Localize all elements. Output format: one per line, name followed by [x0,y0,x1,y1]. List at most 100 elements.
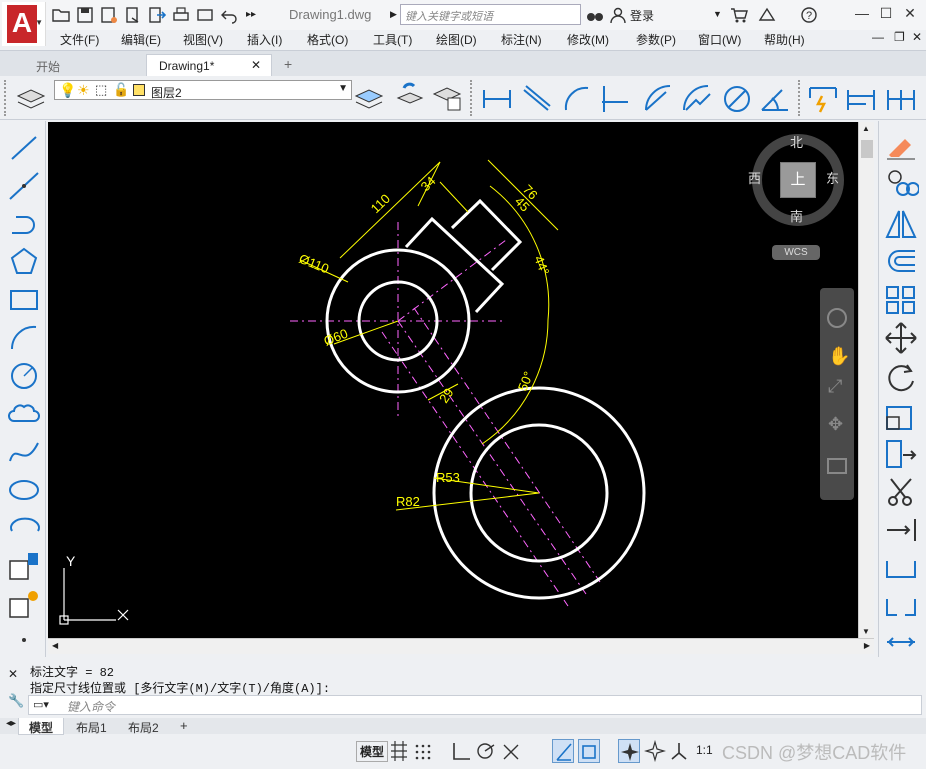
menu-view[interactable]: 视图(V) [183,31,223,48]
point-tool-icon[interactable] [6,623,42,657]
command-prompt-icon[interactable]: ▭▾ [33,698,49,711]
layer-states-icon[interactable] [430,80,464,114]
scale-dropdown[interactable]: 1:1 [696,743,713,757]
offset-icon[interactable] [883,245,919,279]
layer-previous-icon[interactable] [392,80,426,114]
help-icon[interactable]: ? [800,6,820,24]
ordinate-dimension-icon[interactable] [598,82,632,116]
snap-mode-icon[interactable] [412,739,434,763]
command-input[interactable]: ▭▾ 键入命令 [28,695,922,715]
baseline-dimension-icon[interactable] [844,82,878,116]
trim-icon[interactable] [883,475,919,509]
tab-layout1[interactable]: 布局1 [66,718,117,735]
share-icon[interactable] [196,6,216,24]
horizontal-scrollbar[interactable]: ◀ ▶ [48,638,874,654]
extend-icon[interactable] [883,513,919,547]
viewcube-top-face[interactable]: 上 [780,162,816,198]
export-icon[interactable] [148,6,168,24]
undo-icon[interactable] [220,6,240,24]
menu-dimension[interactable]: 标注(N) [501,31,542,48]
move-icon[interactable] [883,321,919,355]
new-layout-button[interactable]: + [172,718,196,735]
toolbar-grip[interactable] [798,80,802,116]
viewcube-north[interactable]: 北 [790,132,803,151]
break-at-point-icon[interactable] [883,551,919,585]
array-icon[interactable] [883,283,919,317]
doc-restore-button[interactable]: ❐ [894,30,905,44]
linear-dimension-icon[interactable] [480,82,514,116]
pan-hand-icon[interactable]: ✋ [828,346,850,367]
menu-modify[interactable]: 修改(M) [567,31,609,48]
annotation-visibility-icon[interactable] [618,739,640,763]
stretch-icon[interactable] [883,437,919,471]
viewcube-east[interactable]: 东 [826,168,839,187]
close-button[interactable]: ✕ [900,5,920,23]
steering-wheel-icon[interactable] [827,308,847,328]
continue-dimension-icon[interactable] [884,82,918,116]
plot-icon[interactable] [124,6,144,24]
polygon-tool-icon[interactable] [6,245,42,279]
join-icon[interactable] [883,625,919,659]
wrench-icon[interactable]: 🔧 [8,693,24,709]
menu-tools[interactable]: 工具(T) [373,31,412,48]
break-icon[interactable] [883,589,919,623]
vertical-scrollbar[interactable]: ▲ ▼ [858,122,874,638]
close-tab-icon[interactable]: ✕ [251,58,261,72]
chevron-down-icon[interactable]: ▼ [713,9,722,19]
save-icon[interactable] [76,6,96,24]
maximize-button[interactable]: ☐ [876,5,896,23]
lightbulb-icon[interactable]: 💡 [59,82,76,99]
annotation-scale-icon[interactable] [668,739,690,763]
toolbar-grip[interactable] [470,80,474,116]
drawing-canvas[interactable]: 110 34 76 45 Ø110 Ø60 44° 50° 29 R53 R82… [48,122,858,638]
menu-file[interactable]: 文件(F) [60,31,99,48]
redo-dropdown-icon[interactable]: ▸▸ [246,9,266,27]
close-command-icon[interactable]: ✕ [8,667,18,681]
open-folder-icon[interactable] [52,6,72,24]
ortho-mode-icon[interactable] [450,739,472,763]
object-snap-icon[interactable] [578,739,600,763]
tab-start[interactable]: 开始 [24,54,72,77]
circle-tool-icon[interactable] [6,359,42,393]
autodesk-app-icon[interactable] [758,6,778,24]
tab-drawing1[interactable]: Drawing1* ✕ [146,54,272,77]
zoom-extents-icon[interactable]: ⤢ [828,376,842,397]
model-space-button[interactable]: 模型 [356,741,389,762]
doc-close-button[interactable]: ✕ [912,30,922,44]
showmotion-icon[interactable] [827,458,847,474]
menu-edit[interactable]: 编辑(E) [121,31,161,48]
arc-length-icon[interactable] [560,82,594,116]
menu-insert[interactable]: 插入(I) [247,31,282,48]
menu-parametric[interactable]: 参数(P) [636,31,676,48]
jogged-dimension-icon[interactable] [680,82,714,116]
tab-layout2[interactable]: 布局2 [118,718,169,735]
login-link[interactable]: 登录 [630,7,654,24]
save-as-icon[interactable] [100,6,120,24]
menu-draw[interactable]: 绘图(D) [436,31,477,48]
scroll-up-icon[interactable]: ▲ [862,124,870,133]
line-tool-icon[interactable] [6,131,42,165]
polar-tracking-icon[interactable] [474,739,496,763]
doc-minimize-button[interactable]: — [872,30,884,44]
rectangle-tool-icon[interactable] [6,283,42,317]
quick-dimension-icon[interactable] [806,82,840,116]
polyline-tool-icon[interactable] [6,207,42,241]
viewcube-west[interactable]: 西 [748,168,761,187]
scroll-down-icon[interactable]: ▼ [862,627,870,636]
mirror-icon[interactable] [883,207,919,241]
scroll-left-icon[interactable]: ◀ [52,641,58,650]
new-tab-button[interactable]: + [276,54,300,77]
ellipse-tool-icon[interactable] [6,473,42,507]
orbit-icon[interactable]: ✥ [828,414,843,435]
make-object-layer-current-icon[interactable] [352,80,386,114]
construction-line-icon[interactable] [6,169,42,203]
toolbar-grip[interactable] [4,80,8,116]
user-icon[interactable] [609,6,629,24]
wcs-dropdown[interactable]: WCS [772,245,820,260]
insert-block-icon[interactable] [6,549,42,583]
minimize-button[interactable]: — [852,5,872,23]
cart-icon[interactable] [730,6,750,24]
arc-tool-icon[interactable] [6,321,42,355]
tab-model[interactable]: 模型 [18,718,65,735]
viewcube-south[interactable]: 南 [790,206,803,225]
